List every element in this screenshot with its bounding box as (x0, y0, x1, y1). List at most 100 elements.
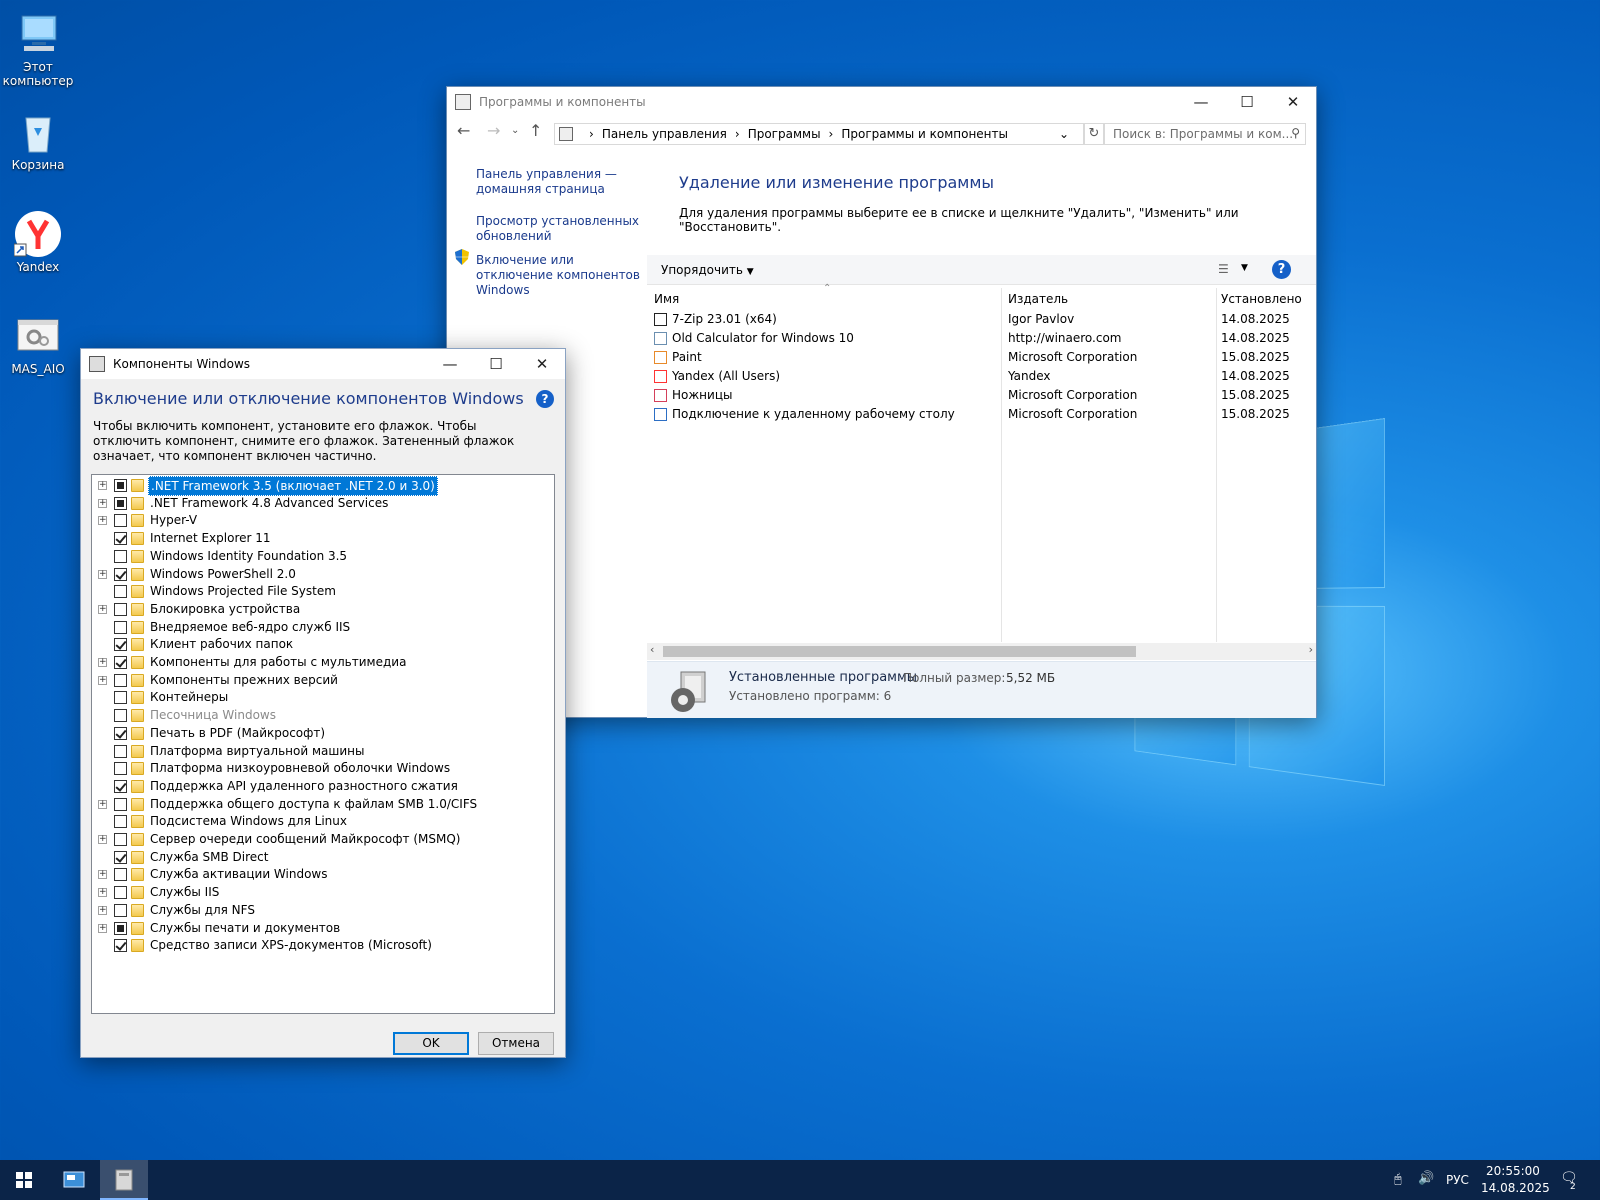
feature-item[interactable]: Служба SMB Direct (92, 848, 552, 866)
feature-item[interactable]: + Службы для NFS (92, 901, 552, 919)
feature-checkbox[interactable] (114, 602, 127, 616)
clock-time[interactable]: 20:55:00 (1486, 1164, 1540, 1178)
feature-item[interactable]: + .NET Framework 3.5 (включает .NET 2.0 и… (92, 476, 552, 496)
recent-dropdown-icon[interactable]: ⌄ (511, 125, 519, 136)
back-arrow-icon[interactable]: ← (457, 121, 470, 140)
clock-date[interactable]: 14.08.2025 (1481, 1181, 1550, 1195)
feature-checkbox[interactable] (114, 691, 127, 705)
column-header-publisher[interactable]: Издатель (1008, 288, 1218, 310)
maximize-button[interactable]: ☐ (1224, 87, 1270, 117)
forward-arrow-icon[interactable]: → (487, 121, 500, 140)
expand-icon[interactable]: + (98, 799, 107, 809)
expand-icon[interactable]: + (98, 516, 107, 526)
feature-checkbox[interactable] (114, 939, 127, 953)
scrollbar-thumb[interactable] (663, 646, 1136, 657)
feature-checkbox[interactable] (114, 886, 127, 900)
feature-checkbox[interactable] (114, 779, 127, 793)
feature-checkbox[interactable] (114, 479, 127, 492)
breadcrumb-item[interactable]: Программы и компоненты (841, 127, 1008, 141)
feature-item[interactable]: Средство записи XPS-документов (Microsof… (92, 936, 552, 954)
feature-checkbox[interactable] (114, 656, 127, 669)
expand-icon[interactable]: + (98, 604, 107, 614)
feature-checkbox[interactable] (114, 868, 127, 882)
feature-item[interactable]: Внедряемое веб-ядро служб IIS (92, 618, 552, 636)
feature-checkbox[interactable] (114, 549, 127, 563)
program-row[interactable]: Old Calculator for Windows 10 http://wina… (647, 329, 1316, 348)
expand-icon[interactable]: + (98, 498, 107, 508)
refresh-icon[interactable]: ↻ (1084, 123, 1104, 145)
close-button[interactable]: ✕ (1270, 87, 1316, 117)
expand-icon[interactable]: + (98, 923, 107, 933)
taskbar-windows-features[interactable] (100, 1160, 148, 1200)
feature-checkbox[interactable] (114, 903, 127, 917)
horizontal-scrollbar[interactable]: ‹ › (647, 643, 1316, 660)
sidebar-link-updates[interactable]: Просмотр установленных обновлений (476, 214, 644, 244)
feature-checkbox[interactable] (114, 762, 127, 776)
feature-checkbox[interactable] (114, 833, 127, 846)
feature-item[interactable]: + Компоненты прежних версий (92, 671, 552, 689)
expand-icon[interactable]: + (98, 658, 107, 667)
feature-checkbox[interactable] (114, 532, 127, 546)
minimize-button[interactable]: — (1178, 87, 1224, 117)
up-arrow-icon[interactable]: ↑ (529, 121, 542, 140)
column-header-installed[interactable]: Установлено (1221, 288, 1311, 310)
minimize-button[interactable]: — (427, 349, 473, 379)
feature-item[interactable]: + Блокировка устройства (92, 600, 552, 618)
feature-item[interactable]: Windows Identity Foundation 3.5 (92, 547, 552, 565)
program-row[interactable]: Ножницы Microsoft Corporation 15.08.2025 (647, 386, 1316, 405)
scroll-left-icon[interactable]: ‹ (650, 643, 654, 656)
cancel-button[interactable]: Отмена (478, 1032, 554, 1055)
breadcrumb-item[interactable]: Панель управления (602, 127, 727, 141)
feature-item[interactable]: Контейнеры (92, 688, 552, 706)
feature-item[interactable]: + .NET Framework 4.8 Advanced Services (92, 494, 552, 512)
desktop-icon-mas-aio[interactable]: MAS_AIO (0, 312, 76, 376)
view-list-icon[interactable]: ☰ (1218, 262, 1236, 276)
start-button[interactable] (0, 1160, 48, 1200)
search-icon[interactable]: ⚲ (1291, 126, 1300, 140)
feature-checkbox[interactable] (114, 514, 127, 528)
expand-icon[interactable]: + (98, 569, 107, 579)
feature-checkbox[interactable] (114, 620, 127, 634)
breadcrumb[interactable]: › Панель управления › Программы › Програ… (554, 123, 1084, 145)
feature-item[interactable]: + Поддержка общего доступа к файлам SMB 1… (92, 795, 552, 813)
feature-item[interactable]: + Сервер очереди сообщений Майкрософт (MS… (92, 830, 552, 848)
feature-checkbox[interactable] (114, 850, 127, 864)
language-indicator[interactable]: РУС (1446, 1173, 1469, 1187)
feature-checkbox[interactable] (114, 709, 127, 723)
program-row[interactable]: Paint Microsoft Corporation 15.08.2025 (647, 348, 1316, 367)
feature-item[interactable]: + Компоненты для работы с мультимедиа (92, 653, 552, 671)
feature-item[interactable]: + Windows PowerShell 2.0 (92, 565, 552, 583)
expand-icon[interactable]: + (98, 675, 107, 685)
feature-checkbox[interactable] (114, 496, 127, 510)
ok-button[interactable]: OK (393, 1032, 469, 1055)
feature-item[interactable]: + Hyper-V (92, 511, 552, 529)
feature-checkbox[interactable] (114, 726, 127, 740)
feature-checkbox[interactable] (114, 744, 127, 758)
desktop-icon-yandex[interactable]: Yandex (0, 210, 76, 274)
desktop-icon-this-pc[interactable]: Этот компьютер (0, 10, 76, 88)
feature-item[interactable]: Клиент рабочих папок (92, 635, 552, 653)
feature-item[interactable]: Internet Explorer 11 (92, 529, 552, 547)
feature-item[interactable]: Песочница Windows (92, 706, 552, 724)
feature-checkbox[interactable] (114, 797, 127, 811)
chevron-down-icon[interactable]: ⌄ (1059, 127, 1069, 141)
expand-icon[interactable]: + (98, 888, 107, 898)
search-input[interactable]: Поиск в: Программы и ком... (1104, 123, 1306, 145)
feature-checkbox[interactable] (114, 638, 127, 652)
close-button[interactable]: ✕ (519, 349, 565, 379)
maximize-button[interactable]: ☐ (473, 349, 519, 379)
feature-item[interactable]: Windows Projected File System (92, 582, 552, 600)
sidebar-link-home[interactable]: Панель управления — домашняя страница (476, 167, 644, 197)
feature-item[interactable]: Платформа виртуальной машины (92, 742, 552, 760)
expand-icon[interactable]: + (98, 835, 107, 844)
program-row[interactable]: Подключение к удаленному рабочему столу M… (647, 405, 1316, 424)
feature-checkbox[interactable] (114, 585, 127, 599)
taskbar-control-panel[interactable] (50, 1160, 98, 1200)
help-icon[interactable]: ? (1272, 260, 1291, 279)
title-bar[interactable]: Компоненты Windows — ☐ ✕ (81, 349, 565, 379)
program-row[interactable]: Yandex (All Users) Yandex 14.08.2025 (647, 367, 1316, 386)
column-header-name[interactable]: Имя (654, 288, 1004, 310)
scroll-right-icon[interactable]: › (1309, 643, 1313, 656)
expand-icon[interactable]: + (98, 905, 107, 915)
feature-checkbox[interactable] (114, 567, 127, 581)
